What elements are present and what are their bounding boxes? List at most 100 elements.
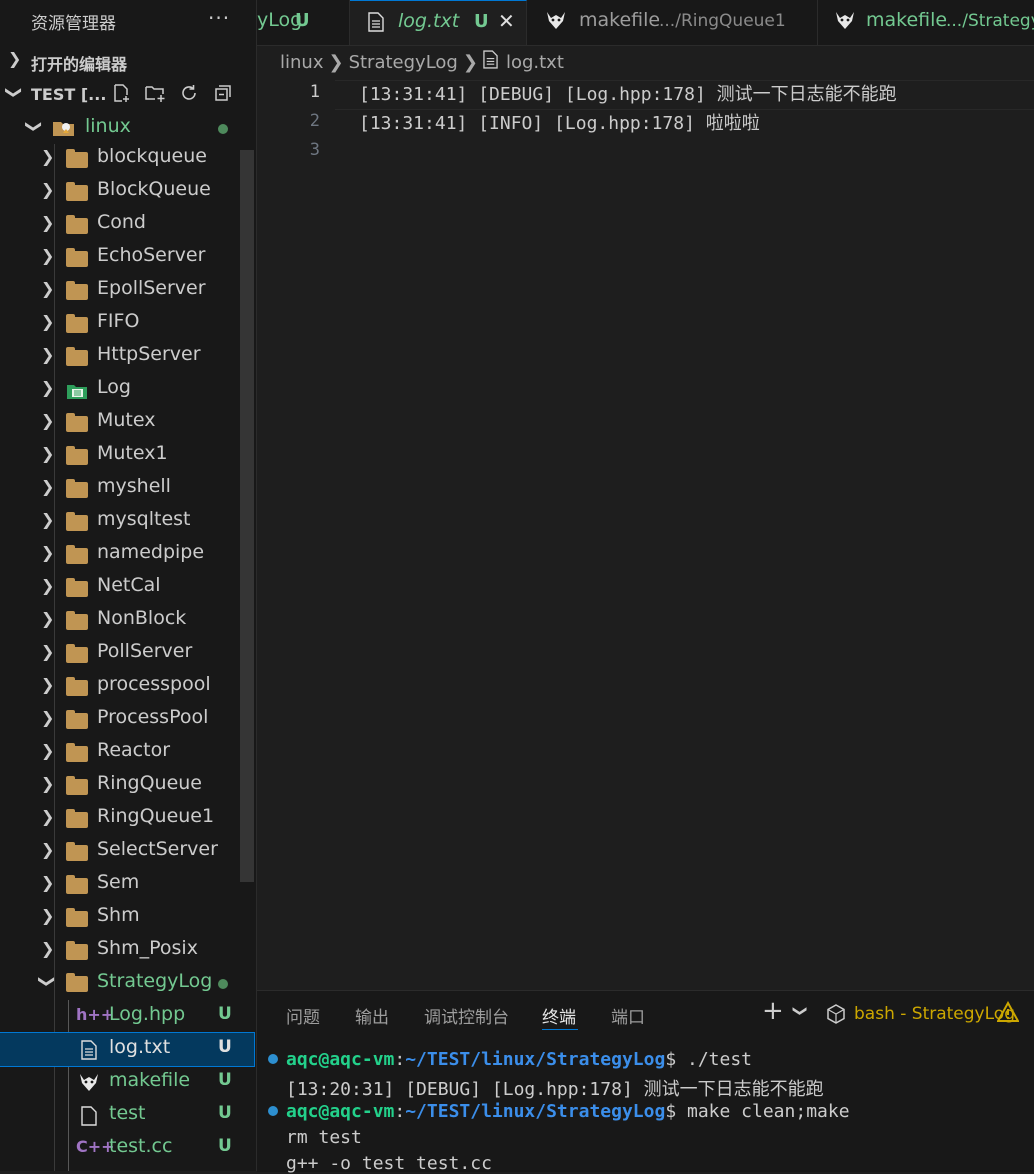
tree-item-label: test.cc — [109, 1135, 173, 1157]
tree-item-label: RingQueue — [97, 772, 203, 794]
explorer-sidebar: 资源管理器 ··· ❯ 打开的编辑器 ❯ TEST [... ❯ linux ❯… — [0, 0, 257, 1171]
breadcrumb-item[interactable]: log.txt — [506, 52, 564, 73]
tree-folder-cond[interactable]: ❯ Cond — [0, 208, 238, 241]
workspace-section[interactable]: ❯ TEST [... — [0, 79, 256, 112]
tree-item-label: HttpServer — [97, 343, 201, 365]
tree-folder-nonblock[interactable]: ❯ NonBlock — [0, 604, 238, 637]
tab-ports[interactable]: 端口 — [611, 1003, 645, 1028]
terminal-icon — [825, 1003, 847, 1030]
folder-icon — [66, 644, 88, 663]
open-editors-section[interactable]: ❯ 打开的编辑器 — [0, 45, 256, 78]
tree-item-label: makefile — [109, 1069, 191, 1091]
warning-icon[interactable] — [996, 1000, 1020, 1028]
tab-ylog[interactable]: yLog U — [257, 0, 350, 45]
tab-makefile-ringqueue1[interactable]: makefile .../RingQueue1 — [527, 0, 818, 45]
tree-folder-namedpipe[interactable]: ❯ namedpipe — [0, 538, 238, 571]
tab-label: log.txt — [398, 10, 460, 32]
tab-log-txt[interactable]: log.txt U ✕ — [350, 0, 527, 45]
tree-folder-strategylog[interactable]: ❯ StrategyLog — [0, 967, 238, 1000]
tree-file-test-cc[interactable]: C++ test.cc U — [0, 1132, 238, 1165]
chevron-right-icon: ❯ — [41, 840, 55, 859]
tree-file-log-txt[interactable]: log.txt U — [0, 1032, 255, 1067]
tree-folder-pollserver[interactable]: ❯ PollServer — [0, 637, 238, 670]
tree-folder-shm_posix[interactable]: ❯ Shm_Posix — [0, 934, 238, 967]
text-file-icon — [81, 1040, 97, 1065]
new-terminal-button[interactable]: + — [762, 996, 784, 1026]
tree-folder-ringqueue1[interactable]: ❯ RingQueue1 — [0, 802, 238, 835]
tree-folder-sem[interactable]: ❯ Sem — [0, 868, 238, 901]
command-decoration-icon[interactable] — [268, 1054, 278, 1064]
tree-item-label: processpool — [97, 673, 211, 695]
tree-item-label: Shm_Posix — [97, 937, 198, 959]
more-actions-icon[interactable]: ··· — [208, 6, 230, 30]
folder-icon — [66, 677, 88, 696]
tree-folder-selectserver[interactable]: ❯ SelectServer — [0, 835, 238, 868]
tree-item-label: EchoServer — [97, 244, 206, 266]
chevron-right-icon: ❯ — [41, 609, 55, 628]
tab-label: makefile — [579, 9, 661, 31]
line-number: 3 — [309, 140, 320, 160]
tree-root-linux[interactable]: ❯ linux — [0, 112, 238, 145]
folder-icon — [66, 479, 88, 498]
tab-problems[interactable]: 问题 — [286, 1003, 320, 1028]
tree-item-label: EpollServer — [97, 277, 206, 299]
tree-folder-mutex1[interactable]: ❯ Mutex1 — [0, 439, 238, 472]
new-folder-icon[interactable] — [138, 83, 172, 108]
tab-terminal[interactable]: 终端 — [542, 1003, 576, 1028]
tree-folder-blockqueue[interactable]: ❯ BlockQueue — [0, 175, 238, 208]
tree-file-test[interactable]: test U — [0, 1099, 238, 1132]
tree-folder-fifo[interactable]: ❯ FIFO — [0, 307, 238, 340]
tree-folder-mysqltest[interactable]: ❯ mysqltest — [0, 505, 238, 538]
tree-folder-processpool[interactable]: ❯ processpool — [0, 670, 238, 703]
tree-file-log-hpp[interactable]: h++ Log.hpp U — [0, 1000, 238, 1033]
terminal-name[interactable]: bash - StrategyLog — [854, 1004, 1015, 1024]
tree-folder-echoserver[interactable]: ❯ EchoServer — [0, 241, 238, 274]
tab-output[interactable]: 输出 — [355, 1003, 389, 1028]
command-decoration-icon[interactable] — [268, 1106, 278, 1116]
sidebar-scrollbar[interactable] — [240, 150, 254, 882]
collapse-all-icon[interactable] — [206, 83, 240, 108]
close-icon[interactable]: ✕ — [498, 9, 515, 33]
chevron-right-icon: ❯ — [41, 378, 55, 397]
untracked-badge: U — [218, 1070, 232, 1090]
tab-makefile-strategylog[interactable]: makefile .../StrategyL — [818, 0, 1034, 45]
tree-folder-epollserver[interactable]: ❯ EpollServer — [0, 274, 238, 307]
breadcrumb-item[interactable]: linux — [280, 52, 323, 73]
chevron-right-icon: ❯ — [41, 807, 55, 826]
tree-folder-httpserver[interactable]: ❯ HttpServer — [0, 340, 238, 373]
terminal-line: aqc@aqc-vm:~/TEST/linux/StrategyLog$ ./t… — [286, 1049, 753, 1070]
gnu-icon — [78, 1072, 100, 1097]
refresh-icon[interactable] — [172, 83, 206, 108]
code-line[interactable]: [13:31:41] [DEBUG] [Log.hpp:178] 测试一下日志能… — [359, 80, 897, 106]
tree-folder-log[interactable]: ❯ Log — [0, 373, 238, 406]
tree-item-label: Mutex — [97, 409, 156, 431]
code-line[interactable]: [13:31:41] [INFO] [Log.hpp:178] 啦啦啦 — [359, 109, 760, 135]
tree-folder-netcal[interactable]: ❯ NetCal — [0, 571, 238, 604]
chevron-down-icon: ❯ — [25, 119, 45, 134]
chevron-right-icon: ❯ — [41, 939, 55, 958]
tree-folder-blockqueue[interactable]: ❯ blockqueue — [0, 142, 238, 175]
tree-folder-myshell[interactable]: ❯ myshell — [0, 472, 238, 505]
folder-icon — [66, 842, 88, 861]
tree-item-label: Mutex1 — [97, 442, 168, 464]
untracked-badge: U — [218, 1004, 232, 1024]
chevron-right-icon: ❯ — [41, 279, 55, 298]
gnu-icon — [545, 10, 567, 35]
untracked-badge: U — [295, 10, 310, 31]
chevron-right-icon: ❯ — [328, 51, 344, 73]
chevron-down-icon[interactable]: ❯ — [792, 1005, 808, 1017]
tree-folder-mutex[interactable]: ❯ Mutex — [0, 406, 238, 439]
tree-folder-shm[interactable]: ❯ Shm — [0, 901, 238, 934]
folder-icon — [66, 347, 88, 366]
folder-icon — [66, 611, 88, 630]
open-editors-label: 打开的编辑器 — [31, 55, 128, 74]
tree-folder-processpool[interactable]: ❯ ProcessPool — [0, 703, 238, 736]
tree-folder-reactor[interactable]: ❯ Reactor — [0, 736, 238, 769]
tree-folder-ringqueue[interactable]: ❯ RingQueue — [0, 769, 238, 802]
new-file-icon[interactable] — [104, 83, 138, 108]
tab-debug-console[interactable]: 调试控制台 — [424, 1003, 509, 1028]
folder-open-icon — [66, 973, 88, 992]
folder-icon — [66, 809, 88, 828]
tree-file-makefile[interactable]: makefile U — [0, 1066, 238, 1099]
breadcrumb-item[interactable]: StrategyLog — [349, 52, 458, 73]
